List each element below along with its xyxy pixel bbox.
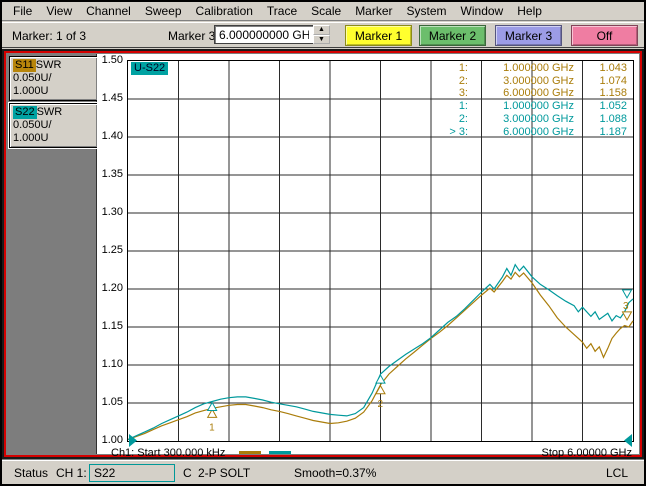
readout-val: 1.158	[574, 87, 627, 100]
y-axis-tick-label: 1.05	[97, 396, 123, 408]
channel-label: CH 1:	[56, 466, 87, 480]
y-axis-tick-label: 1.25	[97, 244, 123, 256]
s22-legend-swatch	[269, 451, 291, 454]
s11-format-label: SWR	[36, 59, 62, 71]
y-axis-tick-label: 1.15	[97, 320, 123, 332]
vna-application-window: FileViewChannelSweepCalibrationTraceScal…	[0, 0, 646, 486]
marker-frequency-input[interactable]	[214, 25, 314, 44]
readout-num: 2:	[428, 113, 468, 126]
marker-1-symbol	[208, 402, 217, 410]
y-axis-tick-label: 1.35	[97, 168, 123, 180]
readout-val: 1.043	[574, 62, 627, 75]
readout-freq: 1.000000 GHz	[468, 62, 574, 75]
menu-item-window[interactable]: Window	[454, 2, 511, 20]
menu-item-help[interactable]: Help	[510, 2, 549, 20]
readout-val: 1.088	[574, 113, 627, 126]
s22-scale-label: 0.050U/	[13, 119, 97, 132]
readout-num: 1:	[428, 62, 468, 75]
marker-status-label: Marker: 1 of 3	[12, 29, 86, 43]
y-axis-tick-label: 1.45	[97, 92, 123, 104]
readout-freq: 6.000000 GHz	[468, 87, 574, 100]
status-label: Status	[14, 466, 48, 480]
marker-2-symbol	[376, 375, 385, 383]
s11-trace-chip: S11	[13, 59, 36, 72]
menu-item-calibration[interactable]: Calibration	[189, 2, 260, 20]
readout-row-s22: 1:1.000000 GHz1.052	[428, 100, 628, 113]
marker-off-button[interactable]: Off	[571, 25, 638, 46]
marker-2-label: 2	[378, 399, 384, 410]
chart-grid-area: 123 U-S22 1:1.000000 GHz1.0432:3.000000 …	[127, 60, 634, 442]
y-axis-tick-label: 1.20	[97, 282, 123, 294]
menu-item-system[interactable]: System	[400, 2, 454, 20]
readout-num: 1:	[428, 100, 468, 113]
s22-ref-label: 1.000U	[13, 132, 97, 145]
active-trace-title: U-S22	[131, 62, 168, 75]
readout-freq: 6.000000 GHz	[468, 126, 574, 139]
readout-row-s22: 2:3.000000 GHz1.088	[428, 113, 628, 126]
spin-up-icon[interactable]: ▲	[313, 25, 330, 35]
readout-num: 3:	[428, 87, 468, 100]
trace-button-s22[interactable]: S22SWR 0.050U/ 1.000U	[9, 103, 98, 148]
readout-freq: 3.000000 GHz	[468, 75, 574, 88]
menu-item-channel[interactable]: Channel	[79, 2, 138, 20]
readout-num: > 3:	[428, 126, 468, 139]
frequency-spinner[interactable]: ▲ ▼	[313, 25, 330, 44]
y-axis-tick-label: 1.10	[97, 358, 123, 370]
marker-freq-label: Marker 3	[168, 29, 215, 43]
s11-scale-label: 0.050U/	[13, 72, 97, 85]
sweep-start-label: Ch1: Start 300.000 kHz	[111, 447, 225, 459]
status-bar: Status CH 1: S22 C 2-P SOLT Smooth=0.37%…	[2, 459, 644, 484]
menu-item-marker[interactable]: Marker	[348, 2, 399, 20]
measurement-display-area: S11SWR 0.050U/ 1.000U S22SWR 0.050U/ 1.0…	[2, 49, 644, 459]
menu-item-view[interactable]: View	[39, 2, 79, 20]
readout-val: 1.187	[574, 126, 627, 139]
marker-2-button[interactable]: Marker 2	[419, 25, 486, 46]
plot-panel: 1.50 1.45 1.40 1.35 1.30 1.25 1.20 1.15 1.10 1.05…	[97, 54, 639, 454]
s22-format-label: SWR	[37, 106, 63, 118]
y-axis-tick-label: 1.50	[97, 54, 123, 66]
s11-ref-label: 1.000U	[13, 85, 97, 98]
menu-bar: FileViewChannelSweepCalibrationTraceScal…	[2, 2, 644, 21]
spin-down-icon[interactable]: ▼	[313, 35, 330, 45]
y-axis-tick-label: 1.30	[97, 206, 123, 218]
menu-item-scale[interactable]: Scale	[304, 2, 348, 20]
marker-1-label: 1	[209, 422, 215, 433]
marker-3-symbol	[623, 290, 632, 298]
s11-legend-swatch	[239, 451, 261, 454]
readout-row-s11: 2:3.000000 GHz1.074	[428, 75, 628, 88]
marker-1-button[interactable]: Marker 1	[345, 25, 412, 46]
readout-num: 2:	[428, 75, 468, 88]
sweep-stop-label: Stop 6.00000 GHz	[541, 447, 632, 459]
marker-readout-table: 1:1.000000 GHz1.0432:3.000000 GHz1.0743:…	[428, 62, 628, 138]
trace-button-s11[interactable]: S11SWR 0.050U/ 1.000U	[9, 56, 98, 101]
trace-sidebar: S11SWR 0.050U/ 1.000U S22SWR 0.050U/ 1.0…	[7, 54, 97, 454]
smoothing-label: Smooth=0.37%	[294, 466, 376, 480]
readout-row-s11: 3:6.000000 GHz1.158	[428, 87, 628, 100]
cal-type-label: 2-P SOLT	[198, 466, 250, 480]
menu-item-sweep[interactable]: Sweep	[138, 2, 189, 20]
marker-3-symbol	[623, 312, 632, 320]
sweep-info-line: Ch1: Start 300.000 kHz Stop 6.00000 GHz	[111, 445, 632, 460]
readout-row-s22: > 3:6.000000 GHz1.187	[428, 126, 628, 139]
readout-freq: 1.000000 GHz	[468, 100, 574, 113]
menu-item-file[interactable]: File	[6, 2, 39, 20]
y-axis-tick-label: 1.40	[97, 130, 123, 142]
marker-3-button[interactable]: Marker 3	[495, 25, 562, 46]
app-window: FileViewChannelSweepCalibrationTraceScal…	[2, 2, 644, 484]
readout-val: 1.074	[574, 75, 627, 88]
marker-3-label: 3	[623, 301, 629, 312]
measurement-indicator: S22	[89, 464, 175, 482]
marker-toolbar: Marker: 1 of 3 Marker 3 ▲ ▼ Marker 1 Mar…	[2, 22, 644, 48]
cal-flag-label: C	[183, 466, 192, 480]
readout-freq: 3.000000 GHz	[468, 113, 574, 126]
menu-item-trace[interactable]: Trace	[260, 2, 304, 20]
local-mode-label: LCL	[606, 466, 628, 480]
active-window-red-frame: S11SWR 0.050U/ 1.000U S22SWR 0.050U/ 1.0…	[4, 51, 642, 457]
readout-row-s11: 1:1.000000 GHz1.043	[428, 62, 628, 75]
s22-trace-chip: S22	[13, 106, 37, 119]
readout-val: 1.052	[574, 100, 627, 113]
